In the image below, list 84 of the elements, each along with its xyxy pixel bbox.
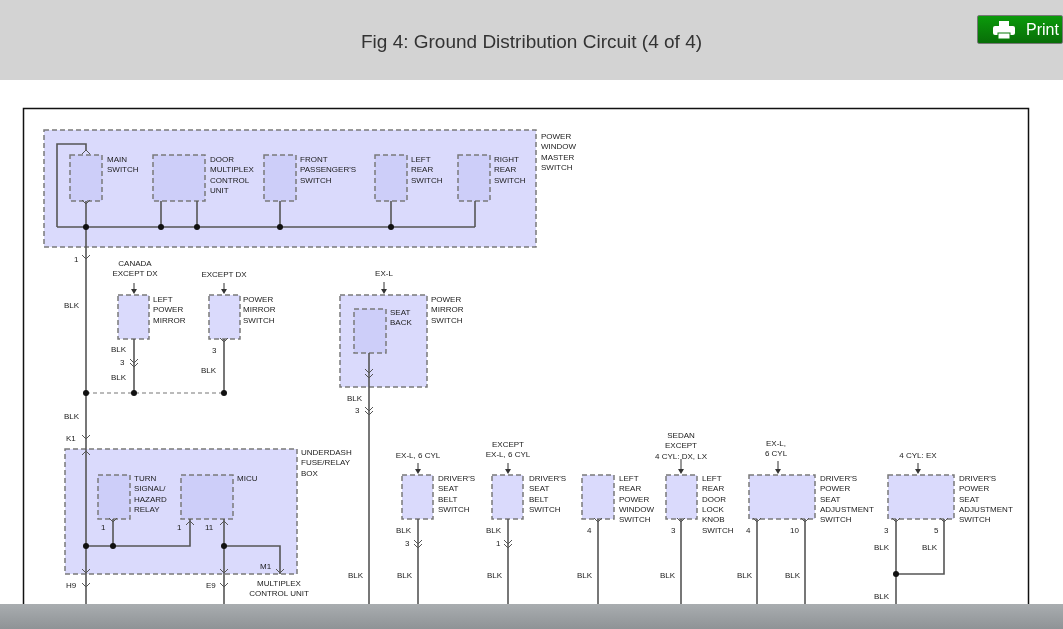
component-box [152, 154, 206, 202]
figure-title: Fig 4: Ground Distribution Circuit (4 of 4) [360, 31, 703, 52]
wire-color-label: BLK [660, 571, 676, 580]
pin-number: 1 [101, 523, 106, 532]
pin-number: 3 [884, 526, 889, 535]
wire-color-label: BLK [785, 571, 801, 580]
component-box [665, 474, 698, 520]
component-label: DRIVER'S SEAT BELT SWITCH [529, 474, 567, 514]
component-box [208, 294, 241, 340]
pin-number: 3 [212, 346, 217, 355]
component-label: POWER MIRROR SWITCH [431, 295, 464, 325]
component-label: UNDERDASH FUSE/RELAY BOX [301, 448, 352, 478]
component-label: DOOR MULTIPLEX CONTROL UNIT [210, 155, 254, 195]
wire-color-label: BLK [874, 543, 890, 552]
pin-number: 4 [746, 526, 751, 535]
component-label: DRIVER'S POWER SEAT ADJUSTMENT SWITCH [820, 474, 874, 525]
condition-note: EX-L [375, 269, 393, 278]
condition-note: SEDAN EXCEPT 4 CYL: DX, LX [655, 431, 707, 461]
printer-icon [992, 19, 1016, 40]
pin-number: M1 [260, 562, 272, 571]
component-label: MAIN SWITCH [107, 155, 139, 175]
wire-color-label: BLK [486, 526, 502, 535]
component-label: LEFT REAR SWITCH [411, 155, 443, 185]
component-label: POWER WINDOW MASTER SWITCH [541, 132, 577, 172]
condition-note: EX-L, 6 CYL [395, 451, 441, 460]
component-label: SEAT BACK [390, 308, 412, 328]
condition-note: 4 CYL: EX [899, 451, 937, 460]
wire-color-label: BLK [64, 301, 80, 310]
pin-number: 1 [496, 539, 501, 548]
pin-number: 1 [177, 523, 182, 532]
component-box [117, 294, 150, 340]
component-label: LEFT POWER MIRROR [153, 295, 186, 325]
component-box [401, 474, 434, 520]
component-label: DRIVER'S SEAT BELT SWITCH [438, 474, 476, 514]
pin-number: 3 [355, 406, 360, 415]
pin-number: 10 [790, 526, 799, 535]
component-box [887, 474, 955, 520]
wire-color-label: BLK [396, 526, 412, 535]
component-box [180, 474, 234, 520]
component-label: FRONT PASSENGER'S SWITCH [300, 155, 357, 185]
condition-note: EXCEPT EX-L, 6 CYL [485, 440, 531, 460]
component-label: MICU [237, 474, 258, 483]
wire-color-label: BLK [111, 345, 127, 354]
wire-color-label: BLK [922, 543, 938, 552]
component-label: TURN SIGNAL/ HAZARD RELAY [134, 474, 167, 514]
component-label: LEFT REAR POWER WINDOW SWITCH [619, 474, 655, 525]
wire-color-label: BLK [348, 571, 364, 580]
pin-number: H9 [66, 581, 77, 590]
wire-color-label: BLK [737, 571, 753, 580]
wire-color-label: BLK [201, 366, 217, 375]
pin-number: 11 [205, 523, 214, 532]
pin-number: 3 [120, 358, 125, 367]
component-box [581, 474, 615, 520]
component-box [374, 154, 408, 202]
component-label: LEFT REAR DOOR LOCK KNOB SWITCH [702, 474, 734, 535]
condition-note: EX-L, 6 CYL [764, 439, 788, 459]
pin-number: 5 [934, 526, 939, 535]
condition-note: CANADA EXCEPT DX [112, 259, 158, 279]
print-button[interactable]: Print [977, 15, 1063, 44]
component-label: POWER MIRROR SWITCH [243, 295, 276, 325]
pin-number: K1 [66, 434, 76, 443]
condition-note: EXCEPT DX [201, 270, 247, 279]
component-label: DRIVER'S POWER SEAT ADJUSTMENT SWITCH [959, 474, 1013, 525]
component-box [97, 474, 131, 520]
pin-number: 4 [587, 526, 592, 535]
component-box [457, 154, 491, 202]
component-box [69, 154, 103, 202]
component-box [353, 308, 387, 354]
pin-number: 3 [671, 526, 676, 535]
pin-number: 3 [405, 539, 410, 548]
component-box [263, 154, 297, 202]
component-box [491, 474, 524, 520]
component-label: RIGHT REAR SWITCH [494, 155, 526, 185]
wire-color-label: BLK [874, 592, 890, 601]
wire-color-label: BLK [397, 571, 413, 580]
pin-number: 1 [74, 255, 79, 264]
component-label: MULTIPLEX CONTROL UNIT [249, 579, 309, 599]
component-box [748, 474, 816, 520]
wire-color-label: BLK [111, 373, 127, 382]
wire-color-label: BLK [487, 571, 503, 580]
wire-color-label: BLK [347, 394, 363, 403]
wire-color-label: BLK [64, 412, 80, 421]
pin-number: E9 [206, 581, 216, 590]
wire-color-label: BLK [577, 571, 593, 580]
